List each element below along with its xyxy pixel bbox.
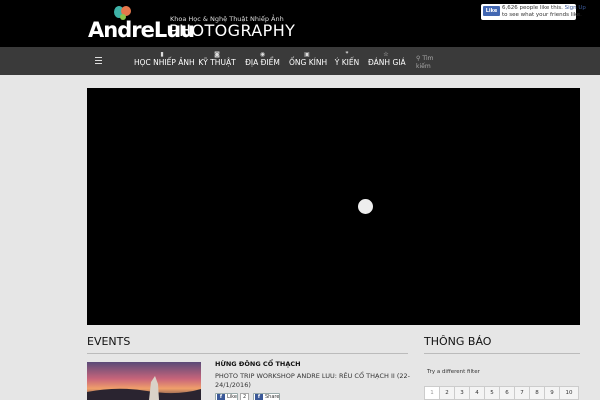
events-divider: [87, 353, 408, 354]
nav-item-label: Ý KIẾN: [334, 58, 360, 67]
facebook-like-event-button[interactable]: f Like: [215, 393, 238, 400]
star-icon: ☆: [383, 51, 389, 58]
page-button[interactable]: 4: [469, 386, 485, 400]
nav-item-label: ỐNG KÍNH: [289, 58, 328, 67]
event-title[interactable]: HỪNG ĐÔNG CỔ THẠCH: [215, 360, 301, 368]
page-button[interactable]: 7: [514, 386, 530, 400]
nav-item-y-kien[interactable]: ❞ Ý KIẾN: [334, 51, 360, 73]
nav-item-label: ĐỊA ĐIỂM: [245, 58, 280, 67]
page-button[interactable]: 5: [484, 386, 500, 400]
lens-icon: ▣: [304, 51, 310, 58]
quote-icon: ❞: [345, 51, 349, 58]
facebook-share-button[interactable]: f Share: [253, 393, 281, 400]
nav-item-danh-gia[interactable]: ☆ ĐÁNH GIÁ: [368, 51, 406, 73]
sidebar-divider: [424, 353, 580, 354]
facebook-like-label: Like: [485, 8, 498, 14]
site-logo[interactable]: AndreLuu Khoa Học & Nghệ Thuật Nhiếp Ảnh…: [88, 6, 295, 42]
page-button[interactable]: 1: [424, 386, 440, 400]
nav-item-hoc-nhiep-anh[interactable]: ▮ HỌC NHIẾP ẢNH: [134, 51, 195, 73]
nav-item-label: ĐÁNH GIÁ: [368, 58, 406, 67]
camera-icon: ◙: [214, 51, 220, 58]
nav-item-ong-kinh[interactable]: ▣ ỐNG KÍNH: [289, 51, 328, 73]
page-button[interactable]: 2: [439, 386, 455, 400]
page-button[interactable]: 6: [499, 386, 515, 400]
events-heading: EVENTS: [87, 335, 131, 348]
page-button[interactable]: 8: [529, 386, 545, 400]
facebook-like-count: 6,626 people like this.: [502, 5, 563, 11]
nav-item-ky-thuat[interactable]: ◙ KỸ THUẬT: [198, 51, 236, 73]
loading-indicator: [358, 199, 373, 214]
facebook-icon: f: [217, 394, 225, 400]
sunset-landscape-image: [87, 362, 201, 400]
logo-photography: PHOTOGRAPHY: [169, 21, 296, 40]
site-header: AndreLuu Khoa Học & Nghệ Thuật Nhiếp Ảnh…: [0, 0, 600, 47]
nav-item-label: KỸ THUẬT: [198, 58, 236, 67]
facebook-signup-link[interactable]: Sign Up: [565, 5, 586, 11]
book-icon: ▮: [160, 51, 164, 58]
main-nav: ▮ HỌC NHIẾP ẢNH ◙ KỸ THUẬT ◉ ĐỊA ĐIỂM ▣ …: [0, 47, 600, 75]
filter-hint[interactable]: Try a different filter: [427, 369, 480, 376]
location-icon: ◉: [259, 51, 266, 58]
event-subtitle[interactable]: PHOTO TRIP WORKSHOP ANDRE LUU: RÊU CỔ TH…: [215, 372, 410, 390]
page-button[interactable]: 9: [544, 386, 560, 400]
facebook-icon: f: [255, 394, 263, 400]
nav-item-label: HỌC NHIẾP ẢNH: [134, 58, 195, 67]
like-count: 2: [240, 393, 250, 400]
facebook-like-box: Like 6,626 people like this. Sign Up to …: [481, 4, 586, 20]
nav-search[interactable]: ⚲ Tìm kiếm: [416, 55, 446, 71]
event-thumbnail[interactable]: [87, 362, 201, 400]
facebook-like-text: 6,626 people like this. Sign Up to see w…: [502, 5, 586, 19]
facebook-like-button[interactable]: Like: [483, 6, 500, 16]
share-label: Share: [265, 394, 280, 400]
hamburger-menu-icon[interactable]: [95, 57, 102, 64]
search-icon: ⚲: [416, 55, 421, 62]
facebook-signup-rest: to see what your friends like.: [502, 12, 582, 18]
nav-item-dia-diem[interactable]: ◉ ĐỊA ĐIỂM: [244, 51, 281, 73]
page-button[interactable]: 3: [454, 386, 470, 400]
video-player[interactable]: [87, 88, 580, 325]
page-button[interactable]: 10: [559, 386, 579, 400]
pagination: 1 2 3 4 5 6 7 8 9 10: [424, 386, 580, 400]
like-label: Like: [227, 394, 237, 400]
sidebar-heading: THÔNG BÁO: [424, 335, 492, 348]
